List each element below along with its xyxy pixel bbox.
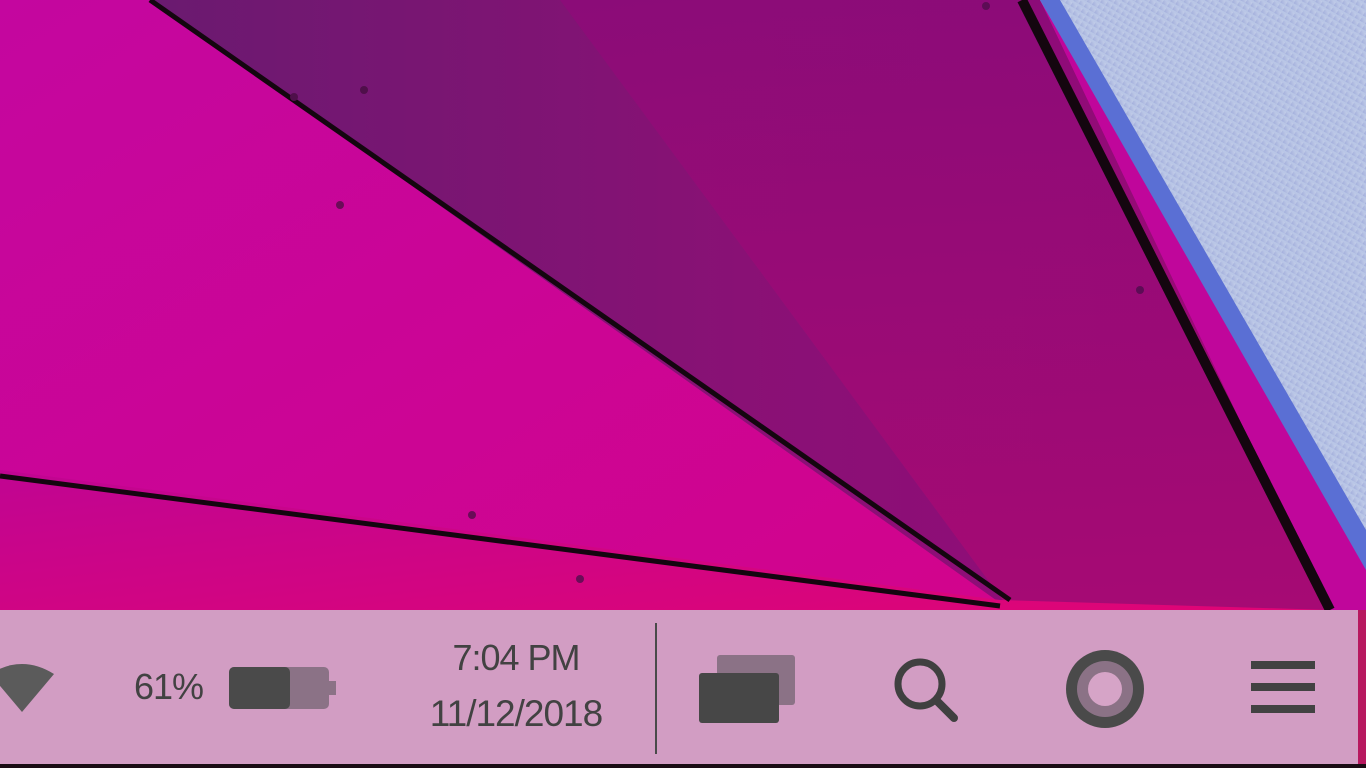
search-icon	[894, 658, 958, 722]
wifi-icon-graphic	[0, 664, 54, 712]
wifi-icon[interactable]	[0, 660, 60, 720]
search-button[interactable]	[882, 646, 968, 732]
battery-fill	[229, 667, 290, 709]
hamburger-menu-icon	[1251, 661, 1315, 713]
assistant-button[interactable]	[1060, 646, 1150, 732]
taskbar: 61% 7:04 PM 11/12/2018	[0, 610, 1358, 764]
ring-icon	[1066, 650, 1144, 728]
clock[interactable]: 7:04 PM 11/12/2018	[400, 632, 632, 744]
battery-icon-graphic	[229, 667, 336, 709]
windows-overview-button[interactable]	[690, 646, 804, 732]
windows-overview-icon	[699, 655, 795, 723]
clock-date: 11/12/2018	[429, 693, 603, 734]
taskbar-edge	[1358, 610, 1366, 768]
screen-bottom-edge	[0, 764, 1366, 768]
taskbar-divider	[655, 623, 657, 754]
battery-percent: 61%	[134, 666, 204, 707]
menu-button[interactable]	[1244, 646, 1324, 732]
battery-icon[interactable]	[229, 667, 339, 711]
clock-time: 7:04 PM	[452, 637, 580, 678]
